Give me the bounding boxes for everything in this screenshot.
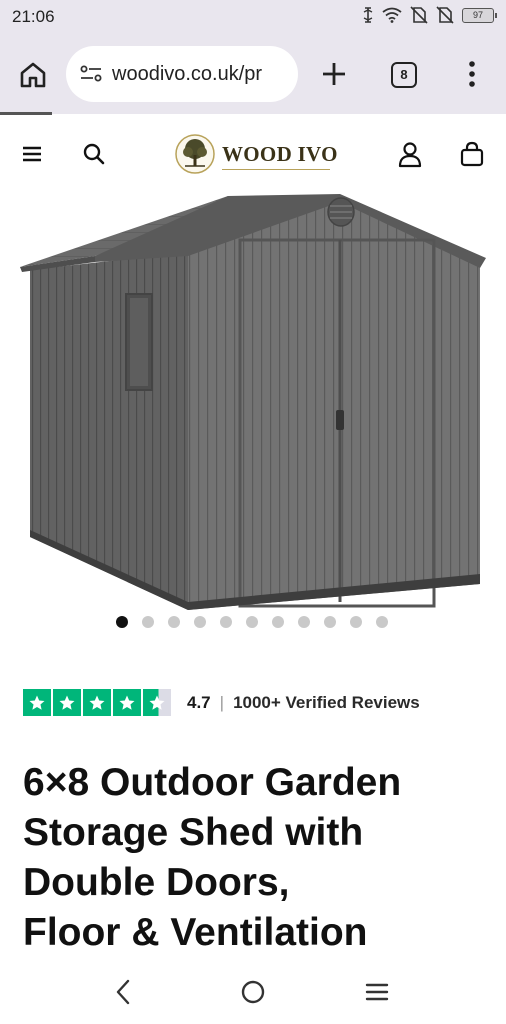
logo-underline [222,169,330,170]
product-title-line: Double Doors, [23,861,290,904]
home-icon[interactable] [18,60,48,90]
battery-level: 97 [472,9,483,20]
status-icons: 97 [362,6,497,24]
carousel-dot[interactable] [246,616,258,628]
site-logo[interactable]: WOOD IVO [174,133,338,175]
back-icon[interactable] [108,976,140,1008]
rating-summary[interactable]: 4.7 | 1000+ Verified Reviews [23,689,420,716]
carousel-dot[interactable] [350,616,362,628]
status-bar: 21:06 97 [0,0,506,36]
url-text: woodivo.co.uk/pr [112,62,263,85]
carousel-dot[interactable] [324,616,336,628]
vibrate-icon [363,7,373,23]
site-settings-icon[interactable] [80,65,102,83]
menu-icon[interactable] [20,140,48,168]
search-icon[interactable] [80,140,108,168]
product-image[interactable] [0,192,506,612]
system-nav-bar [0,960,506,1024]
tab-switcher-button[interactable]: 8 [391,62,417,88]
product-title: 6×8 Outdoor Garden Storage Shed with Dou… [23,758,493,958]
battery-icon: 97 [462,7,497,23]
wifi-icon [382,7,402,23]
product-title-line: 6×8 Outdoor Garden [23,761,402,804]
star-icon [83,689,111,716]
carousel-dot[interactable] [194,616,206,628]
account-icon[interactable] [396,140,424,168]
carousel-dot[interactable] [168,616,180,628]
address-bar[interactable]: woodivo.co.uk/pr [66,46,298,102]
carousel-dot[interactable] [376,616,388,628]
status-time: 21:06 [12,7,55,26]
more-options-icon[interactable] [462,58,482,90]
star-half-icon [143,689,171,716]
carousel-dot[interactable] [220,616,232,628]
carousel-indicators [116,616,388,628]
recents-menu-icon[interactable] [361,976,393,1008]
cart-icon[interactable] [458,140,486,168]
tab-count: 8 [400,67,408,82]
rating-score: 4.7 [187,692,211,712]
site-header: WOOD IVO [0,116,506,192]
star-rating [23,689,171,716]
star-icon [113,689,141,716]
home-circle-icon[interactable] [237,976,269,1008]
carousel-dot-active[interactable] [116,616,128,628]
carousel-dot[interactable] [298,616,310,628]
rating-reviews-link[interactable]: 1000+ Verified Reviews [233,693,420,713]
rating-separator: | [219,692,225,712]
star-icon [23,689,51,716]
product-title-line: Floor & Ventilation [23,911,368,954]
no-sim-icon [410,6,428,24]
page-load-indicator [0,112,52,115]
tree-logo-icon [175,134,215,174]
no-sim-icon [436,6,454,24]
star-icon [53,689,81,716]
logo-text: WOOD IVO [222,141,338,166]
product-title-line: Storage Shed with [23,811,364,854]
browser-toolbar: woodivo.co.uk/pr 8 [0,36,506,114]
carousel-dot[interactable] [142,616,154,628]
new-tab-icon[interactable] [318,58,350,90]
carousel-dot[interactable] [272,616,284,628]
